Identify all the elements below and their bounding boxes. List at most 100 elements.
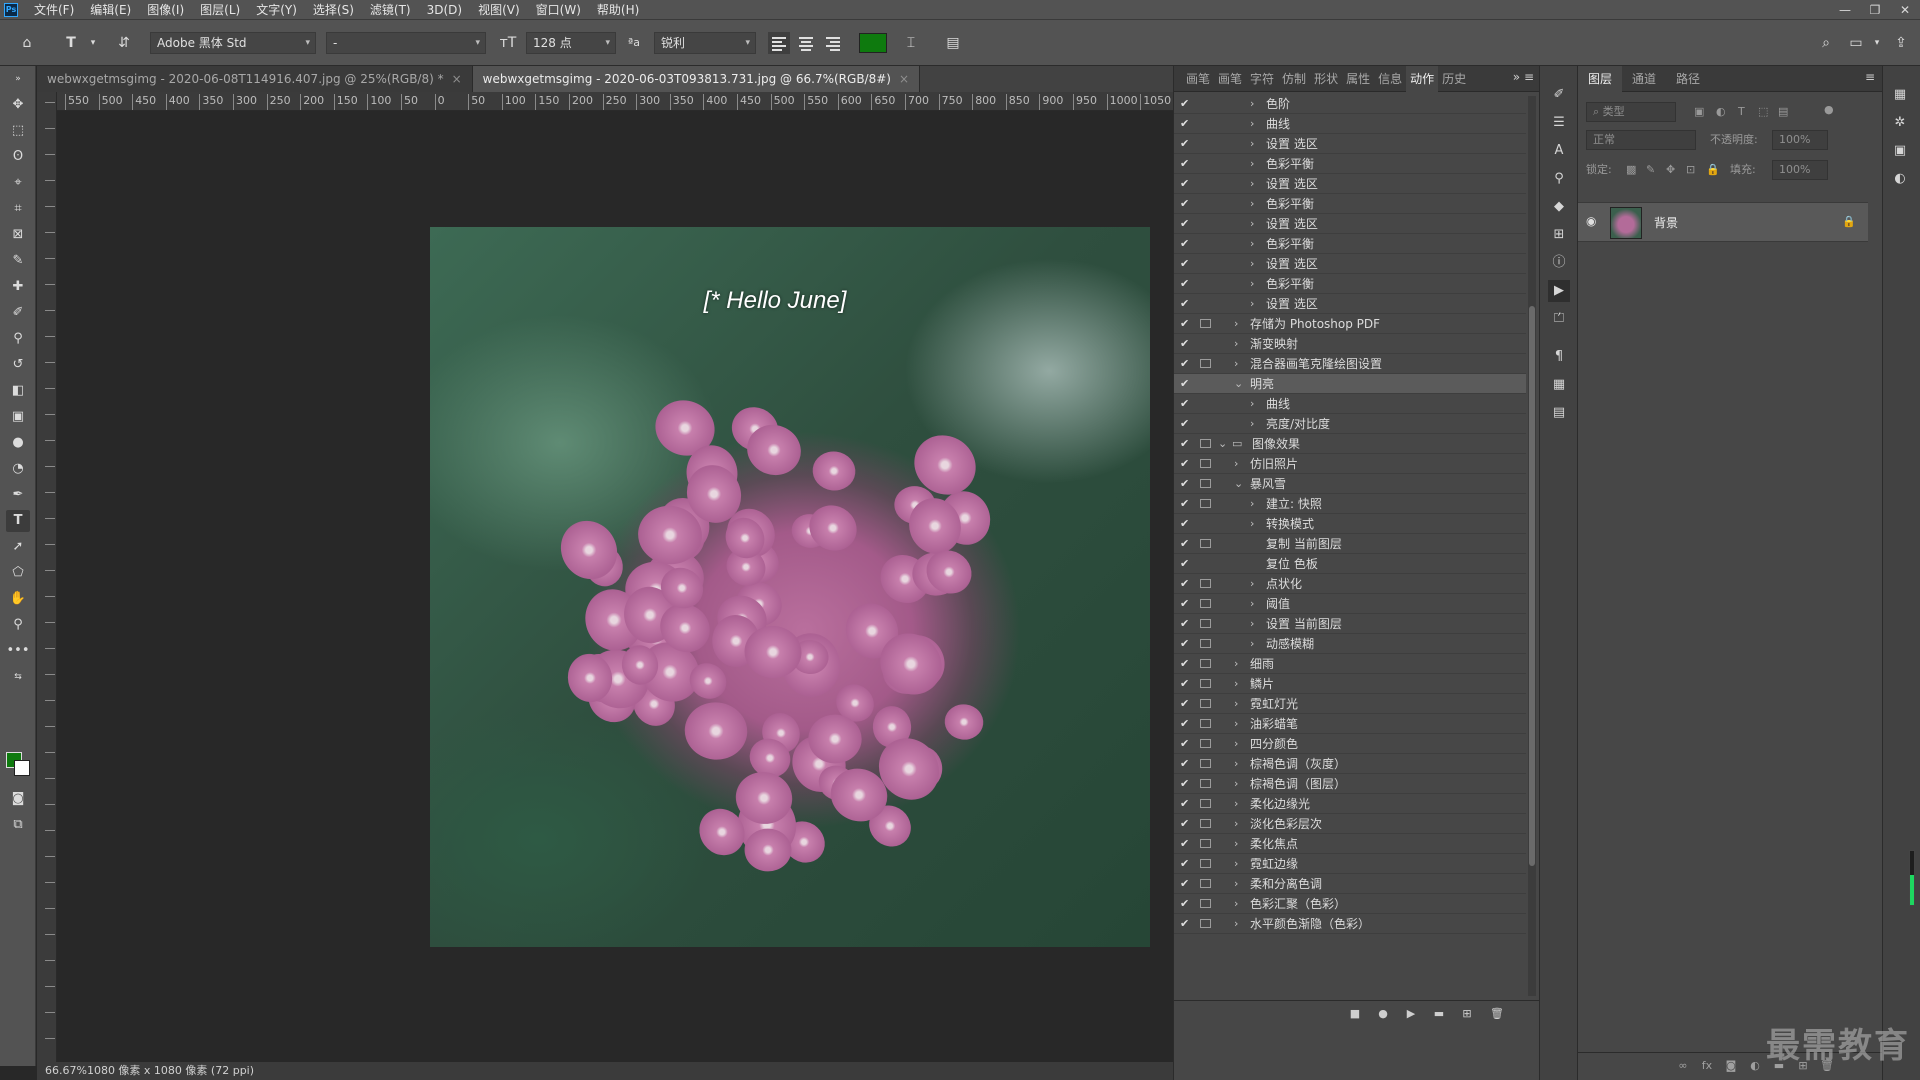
check-icon[interactable]: ✔: [1180, 834, 1194, 854]
chevron-right-icon[interactable]: ›: [1250, 634, 1254, 654]
tab-properties[interactable]: 属性: [1342, 66, 1374, 92]
close-button[interactable]: ✕: [1890, 0, 1920, 20]
action-row[interactable]: ✔ › 设置 选区: [1174, 214, 1526, 234]
record-icon[interactable]: ●: [1374, 1006, 1392, 1022]
dialog-toggle-icon[interactable]: [1200, 799, 1211, 808]
dialog-toggle-icon[interactable]: [1200, 699, 1211, 708]
action-row[interactable]: ✔ › 霓虹边缘: [1174, 854, 1526, 874]
chevron-right-icon[interactable]: ›: [1234, 914, 1238, 934]
document-tab[interactable]: webwxgetmsgimg - 2020-06-08T114916.407.j…: [37, 66, 473, 92]
new-action-icon[interactable]: ⊞: [1458, 1006, 1476, 1022]
action-row[interactable]: ✔ › 混合器画笔克隆绘图设置: [1174, 354, 1526, 374]
dialog-toggle-icon[interactable]: [1200, 299, 1211, 308]
check-icon[interactable]: ✔: [1180, 354, 1194, 374]
action-row[interactable]: ✔ › 棕褐色调（灰度）: [1174, 754, 1526, 774]
menu-help[interactable]: 帮助(H): [589, 0, 647, 20]
menu-type[interactable]: 文字(Y): [248, 0, 305, 20]
action-row[interactable]: ✔ 复位 色板: [1174, 554, 1526, 574]
dialog-toggle-icon[interactable]: [1200, 859, 1211, 868]
lasso-tool-icon[interactable]: ʘ: [6, 146, 30, 168]
check-icon[interactable]: ✔: [1180, 874, 1194, 894]
action-row[interactable]: ✔ › 设置 选区: [1174, 134, 1526, 154]
chevron-right-icon[interactable]: ›: [1234, 734, 1238, 754]
chevron-right-icon[interactable]: ›: [1250, 94, 1254, 114]
dialog-toggle-icon[interactable]: [1200, 459, 1211, 468]
dialog-toggle-icon[interactable]: [1200, 639, 1211, 648]
opacity-input[interactable]: 100%: [1772, 130, 1828, 150]
check-icon[interactable]: ✔: [1180, 334, 1194, 354]
eyedropper-tool-icon[interactable]: ✎: [6, 250, 30, 272]
panel-menu-icon[interactable]: » ≡: [1513, 70, 1534, 84]
workspace-icon[interactable]: ▭: [1845, 32, 1867, 54]
action-row[interactable]: ✔ › 四分颜色: [1174, 734, 1526, 754]
crop-tool-icon[interactable]: ⌗: [6, 198, 30, 220]
dialog-toggle-icon[interactable]: [1200, 719, 1211, 728]
pen-tool-icon[interactable]: ✒: [6, 484, 30, 506]
tab-clone-source[interactable]: 仿制: [1278, 66, 1310, 92]
quick-select-tool-icon[interactable]: ⌖: [6, 172, 30, 194]
chevron-right-icon[interactable]: ›: [1250, 274, 1254, 294]
filter-pixel-icon[interactable]: ▣: [1694, 102, 1704, 122]
action-row[interactable]: ✔ › 鳞片: [1174, 674, 1526, 694]
chevron-right-icon[interactable]: ›: [1250, 254, 1254, 274]
chevron-right-icon[interactable]: ›: [1234, 354, 1238, 374]
layer-name[interactable]: 背景: [1654, 203, 1678, 243]
share-icon[interactable]: ⇪: [1890, 32, 1912, 54]
action-row[interactable]: ✔ › 色彩平衡: [1174, 234, 1526, 254]
panel-menu-icon[interactable]: ≡: [1865, 70, 1875, 84]
menu-layer[interactable]: 图层(L): [192, 0, 248, 20]
chevron-right-icon[interactable]: ›: [1250, 594, 1254, 614]
quick-mask-icon[interactable]: ◙: [6, 788, 30, 810]
action-row[interactable]: ✔ ⌄ 明亮: [1174, 374, 1526, 394]
scrollbar-thumb[interactable]: [1529, 306, 1535, 866]
check-icon[interactable]: ✔: [1180, 774, 1194, 794]
action-row[interactable]: ✔ › 设置 选区: [1174, 254, 1526, 274]
dialog-toggle-icon[interactable]: [1200, 159, 1211, 168]
lock-icon[interactable]: 🔒: [1842, 215, 1856, 228]
chevron-down-icon[interactable]: ⌄: [1218, 434, 1227, 454]
font-size-select[interactable]: 128 点 ▾: [526, 32, 616, 54]
character-icon[interactable]: A: [1548, 140, 1570, 162]
check-icon[interactable]: ✔: [1180, 414, 1194, 434]
glyphs-icon[interactable]: ▦: [1548, 374, 1570, 396]
more-tools-icon[interactable]: •••: [6, 640, 30, 662]
action-row[interactable]: ✔ › 渐变映射: [1174, 334, 1526, 354]
chevron-right-icon[interactable]: ›: [1250, 294, 1254, 314]
chevron-down-icon[interactable]: ⌄: [1234, 474, 1243, 494]
tab-shapes[interactable]: 形状: [1310, 66, 1342, 92]
menu-image[interactable]: 图像(I): [139, 0, 192, 20]
check-icon[interactable]: ✔: [1180, 534, 1194, 554]
dialog-toggle-icon[interactable]: [1200, 419, 1211, 428]
frame-tool-icon[interactable]: ⊠: [6, 224, 30, 246]
dialog-toggle-icon[interactable]: [1200, 739, 1211, 748]
type-tool-icon[interactable]: T: [6, 510, 30, 532]
filter-adjustment-icon[interactable]: ◐: [1716, 102, 1726, 122]
type-tool-preset-icon[interactable]: T: [60, 32, 82, 54]
action-row[interactable]: ✔ › 阈值: [1174, 594, 1526, 614]
blend-mode-select[interactable]: 正常: [1586, 130, 1696, 150]
menu-select[interactable]: 选择(S): [305, 0, 362, 20]
action-row[interactable]: ✔ › 仿旧照片: [1174, 454, 1526, 474]
action-row[interactable]: ✔ › 细雨: [1174, 654, 1526, 674]
chevron-right-icon[interactable]: ›: [1234, 334, 1238, 354]
action-row[interactable]: ✔ 复制 当前图层: [1174, 534, 1526, 554]
menu-edit[interactable]: 编辑(E): [82, 0, 139, 20]
action-row[interactable]: ✔ › 建立: 快照: [1174, 494, 1526, 514]
action-row[interactable]: ✔ › 设置 选区: [1174, 294, 1526, 314]
chevron-right-icon[interactable]: ›: [1250, 234, 1254, 254]
properties-icon[interactable]: ⊞: [1548, 224, 1570, 246]
info-icon[interactable]: ⓘ: [1548, 252, 1570, 274]
align-left-button[interactable]: [768, 32, 790, 54]
document-tab-active[interactable]: webwxgetmsgimg - 2020-06-03T093813.731.j…: [472, 66, 921, 92]
tab-brush-settings[interactable]: 画笔: [1182, 66, 1214, 92]
chevron-right-icon[interactable]: ›: [1234, 674, 1238, 694]
dialog-toggle-icon[interactable]: [1200, 519, 1211, 528]
check-icon[interactable]: ✔: [1180, 494, 1194, 514]
chevron-right-icon[interactable]: ›: [1234, 834, 1238, 854]
filter-type-icon[interactable]: T: [1738, 102, 1745, 122]
layer-filter-select[interactable]: ⌕ 类型: [1586, 102, 1676, 122]
check-icon[interactable]: ✔: [1180, 474, 1194, 494]
action-row[interactable]: ✔ › 亮度/对比度: [1174, 414, 1526, 434]
chevron-right-icon[interactable]: ›: [1234, 714, 1238, 734]
eraser-tool-icon[interactable]: ◧: [6, 380, 30, 402]
